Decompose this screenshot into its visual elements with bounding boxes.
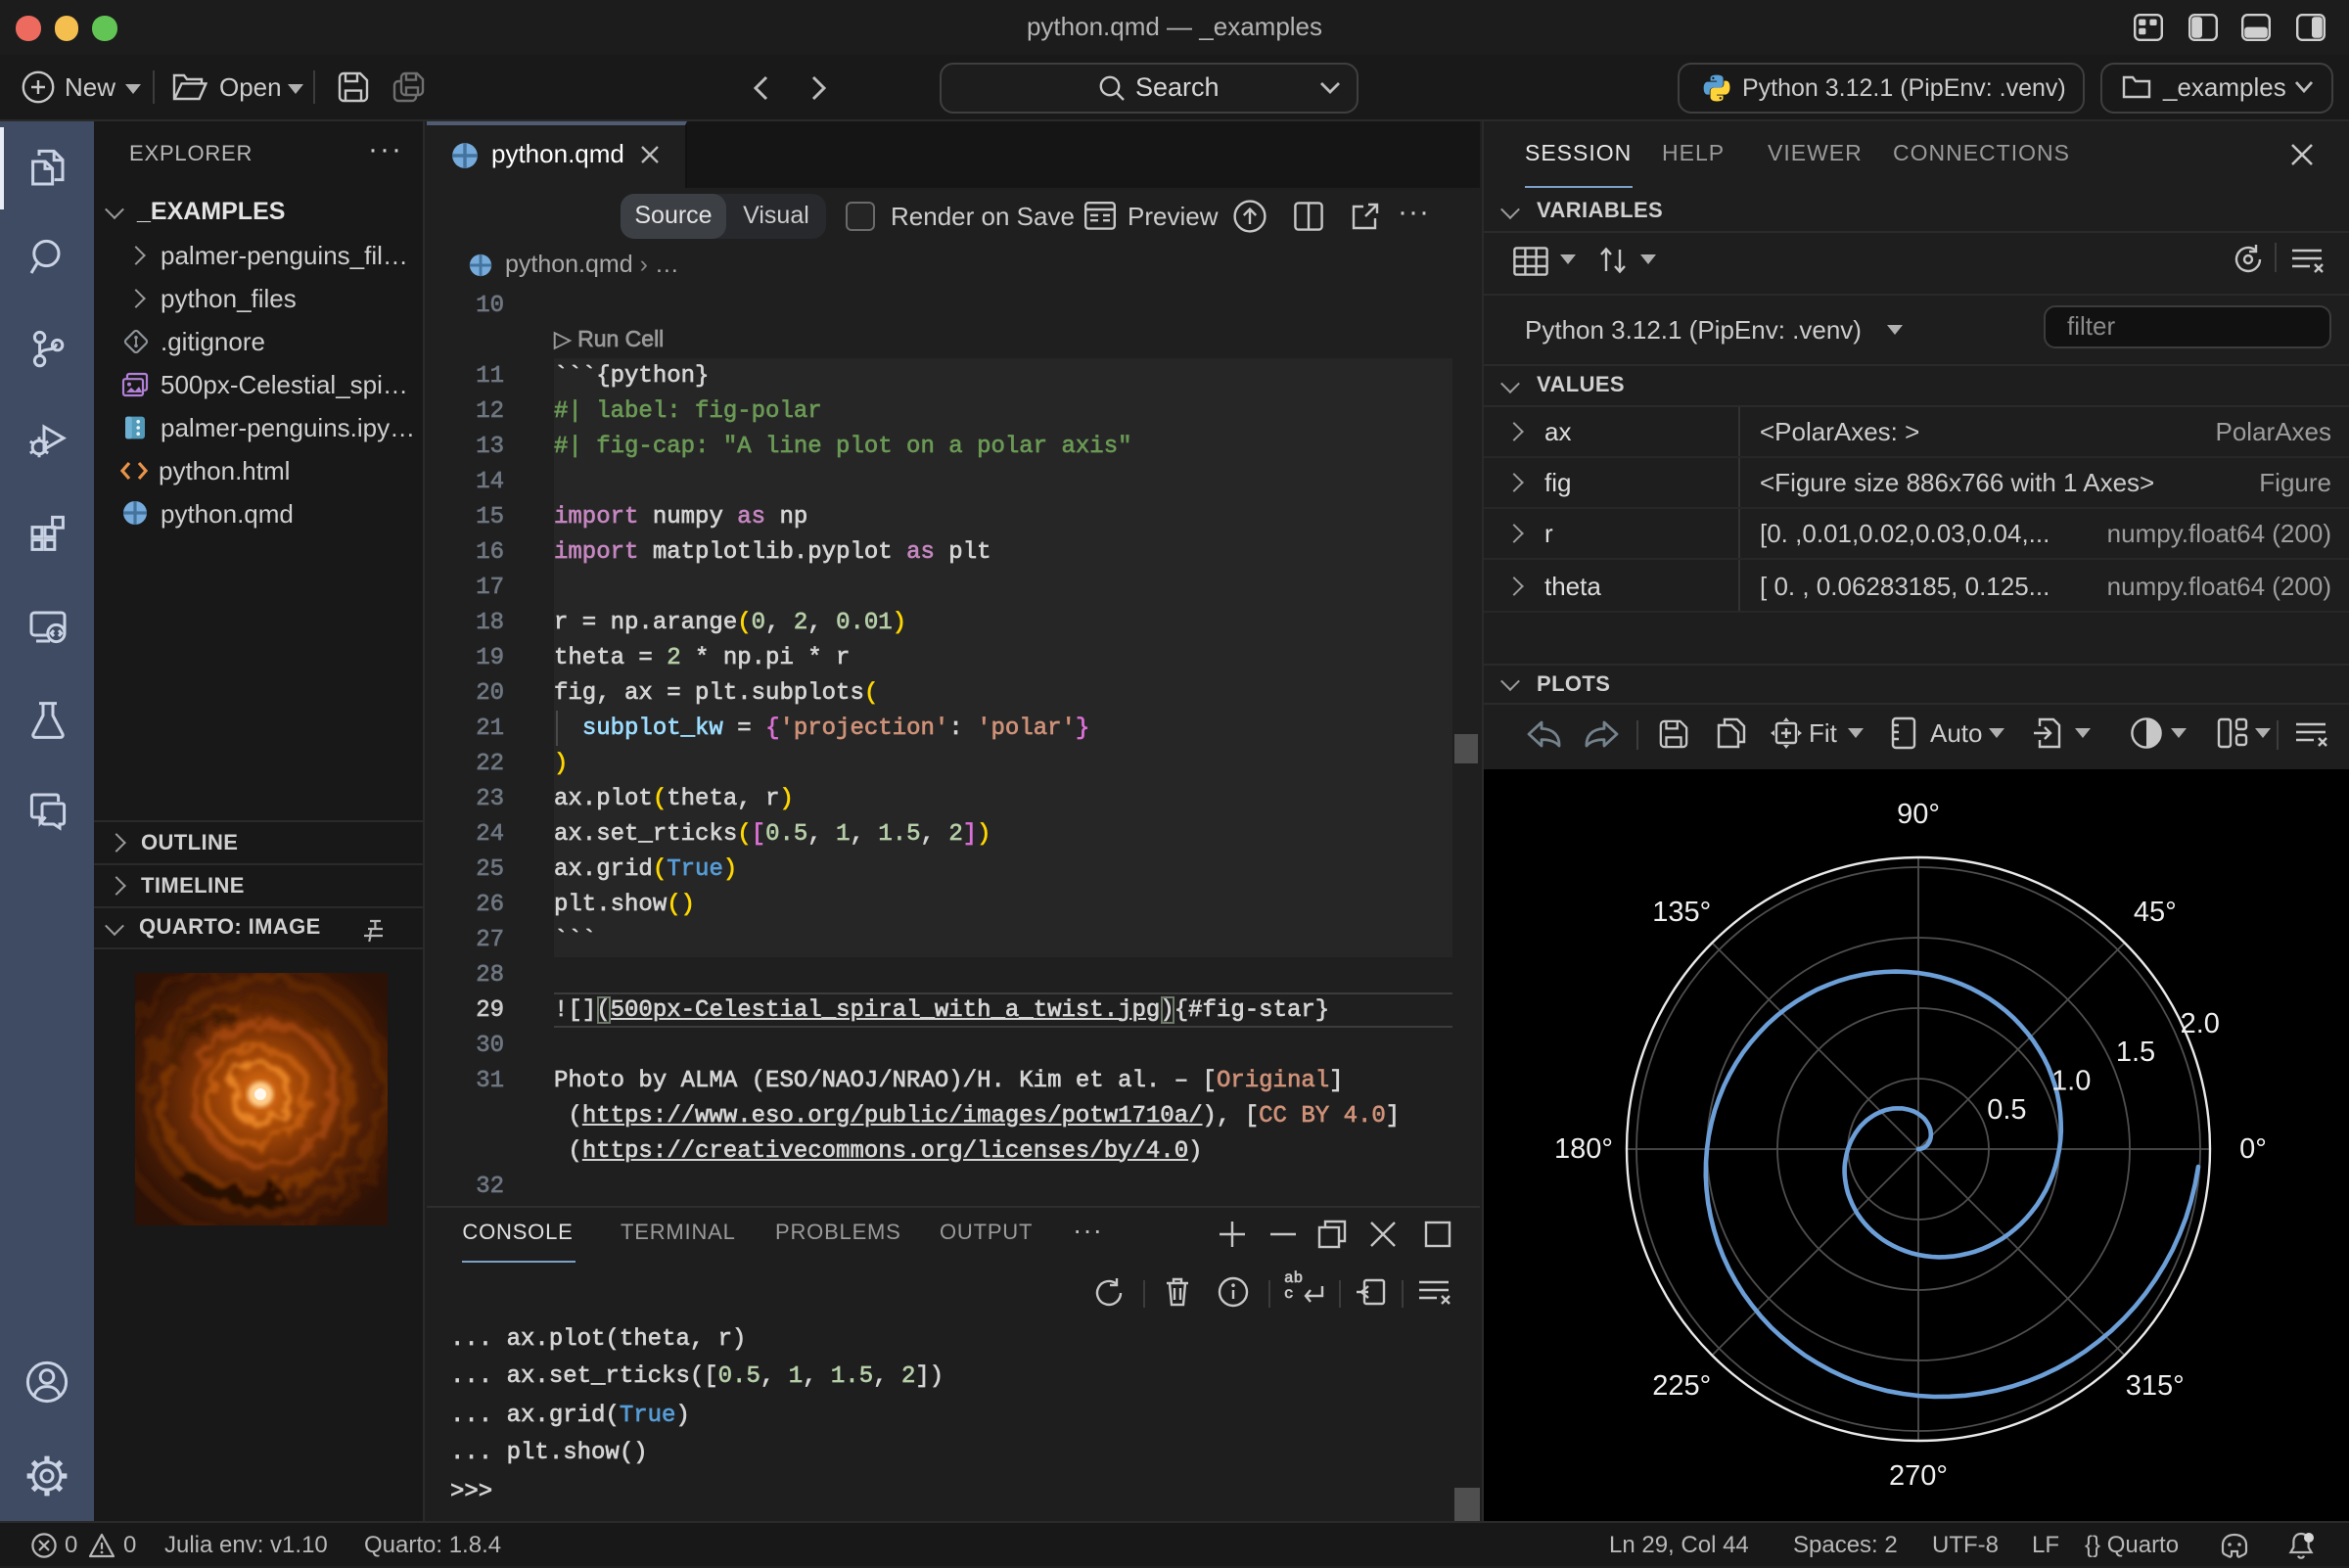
svg-text:270°: 270° xyxy=(1889,1459,1948,1491)
svg-text:1.0: 1.0 xyxy=(2051,1064,2091,1095)
svg-text:45°: 45° xyxy=(2134,896,2177,927)
svg-text:0.5: 0.5 xyxy=(1987,1093,2026,1125)
svg-text:225°: 225° xyxy=(1652,1369,1711,1401)
svg-text:0°: 0° xyxy=(2239,1132,2267,1164)
svg-text:135°: 135° xyxy=(1652,896,1711,927)
svg-text:180°: 180° xyxy=(1554,1132,1613,1164)
svg-text:90°: 90° xyxy=(1897,798,1940,829)
svg-text:315°: 315° xyxy=(2126,1369,2185,1401)
svg-text:2.0: 2.0 xyxy=(2181,1007,2220,1038)
svg-text:1.5: 1.5 xyxy=(2116,1036,2155,1067)
